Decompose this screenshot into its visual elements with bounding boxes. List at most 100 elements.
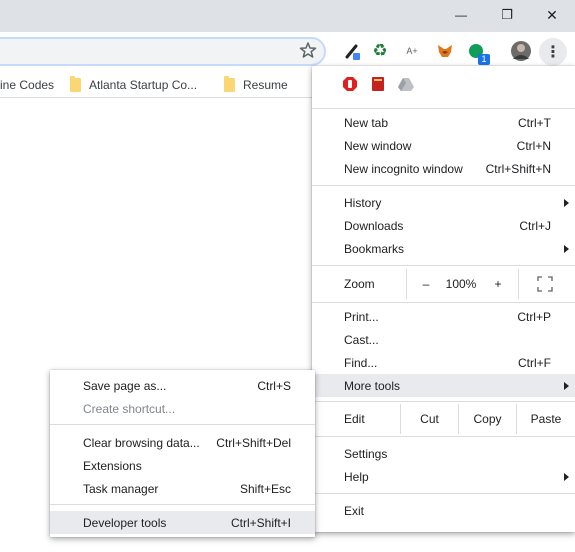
more-tools-submenu: Save page as... Ctrl+S Create shortcut..… [50,370,315,537]
adblock-icon[interactable] [342,76,358,92]
bookmark-label: Atlanta Startup Co... [89,78,198,92]
book-icon[interactable] [370,76,386,92]
menu-item-label: Clear browsing data... [83,435,200,450]
menu-item-label: Bookmarks [344,241,405,256]
menu-item-clear-browsing-data[interactable]: Clear browsing data... Ctrl+Shift+Del [50,431,315,454]
menu-item-label: Print... [344,309,379,324]
menu-item-label: New window [344,138,412,153]
eyedropper-extension-button[interactable] [342,41,362,61]
edit-row: Edit Cut Copy Paste [312,404,575,434]
menu-item-save-page-as[interactable]: Save page as... Ctrl+S [50,374,315,397]
zoom-label: Zoom [344,277,375,291]
menu-item-label: Save page as... [83,378,167,393]
menu-item-new-incognito-window[interactable]: New incognito window Ctrl+Shift+N [312,157,575,180]
folder-icon [224,76,235,92]
menu-item-label: Create shortcut... [83,401,176,416]
zoom-value: 100% [445,277,477,291]
bookmark-folder-resume[interactable]: Resume [224,76,288,93]
menu-item-label: New tab [344,115,389,130]
chrome-main-menu: New tab Ctrl+T New window Ctrl+N New inc… [312,66,575,532]
profile-avatar-button[interactable] [510,40,532,62]
menu-separator [312,436,575,437]
submenu-arrow-icon [564,381,569,390]
menu-item-shortcut: Ctrl+P [517,309,551,324]
menu-item-shortcut: Ctrl+F [518,355,551,370]
bookmark-item[interactable]: ine Codes [0,77,54,93]
extension-icons-row [342,75,414,93]
bookmark-label: ine Codes [0,78,55,92]
menu-item-shortcut: Ctrl+J [519,218,551,233]
menu-item-find[interactable]: Find... Ctrl+F [312,351,575,374]
zoom-divider [406,269,407,299]
menu-item-label: Exit [344,503,365,518]
fullscreen-icon [537,276,553,292]
recycle-extension-button[interactable]: ♻ [370,41,390,61]
menu-item-help[interactable]: Help [312,465,575,488]
zoom-row: Zoom – 100% + [312,269,575,299]
address-bar[interactable] [0,37,326,66]
menu-separator [312,401,575,402]
menu-item-label: Downloads [344,218,404,233]
menu-separator [312,265,575,266]
bookmark-star-button[interactable] [298,40,318,60]
green-extension-button[interactable]: 1 [466,41,490,65]
minimize-button[interactable]: — [438,0,484,30]
drive-icon[interactable] [398,76,414,92]
zoom-divider [518,269,519,299]
menu-item-print[interactable]: Print... Ctrl+P [312,305,575,328]
menu-item-label: Developer tools [83,515,167,530]
bookmark-label: Resume [243,78,288,92]
minimize-icon: — [455,8,467,22]
zoom-out-button[interactable]: – [412,269,440,299]
menu-separator [312,185,575,186]
bookmark-folder-atlanta[interactable]: Atlanta Startup Co... [70,76,198,93]
menu-item-new-tab[interactable]: New tab Ctrl+T [312,111,575,134]
fullscreen-button[interactable] [530,269,560,299]
menu-item-shortcut: Ctrl+T [518,115,551,130]
kebab-menu-icon: ⋮ [545,44,561,61]
menu-item-exit[interactable]: Exit [312,499,575,522]
chrome-menu-button[interactable]: ⋮ [539,38,567,66]
maximize-button[interactable]: ❐ [484,0,530,30]
cut-button[interactable]: Cut [401,404,458,434]
eyedropper-extension-icon [345,44,360,60]
metamask-extension-icon [438,45,452,57]
menu-item-task-manager[interactable]: Task manager Shift+Esc [50,477,315,500]
menu-item-label: Find... [344,355,378,370]
menu-item-settings[interactable]: Settings [312,442,575,465]
paste-button[interactable]: Paste [517,404,575,434]
close-button[interactable]: ✕ [529,0,575,30]
menu-item-create-shortcut: Create shortcut... [50,397,315,420]
menu-item-label: Help [344,469,369,484]
menu-item-label: History [344,195,382,210]
menu-item-shortcut: Ctrl+S [257,378,291,393]
menu-item-label: Extensions [83,458,142,473]
menu-separator [312,108,575,109]
text-resize-extension-button[interactable]: A+ [400,41,424,61]
metamask-extension-button[interactable] [435,41,455,61]
menu-separator [50,504,315,505]
menu-item-history[interactable]: History [312,191,575,214]
menu-item-bookmarks[interactable]: Bookmarks [312,237,575,260]
text-resize-extension-icon: A+ [406,46,418,56]
close-icon: ✕ [546,6,558,23]
recycle-extension-icon: ♻ [372,41,388,60]
menu-item-developer-tools[interactable]: Developer tools Ctrl+Shift+I [50,511,315,534]
menu-item-shortcut: Shift+Esc [239,481,291,496]
menu-item-more-tools[interactable]: More tools [312,374,575,397]
menu-item-downloads[interactable]: Downloads Ctrl+J [312,214,575,237]
folder-icon [70,76,81,92]
restore-icon: ❐ [501,7,513,22]
edit-label: Edit [344,412,365,426]
copy-button[interactable]: Copy [459,404,516,434]
menu-item-new-window[interactable]: New window Ctrl+N [312,134,575,157]
menu-item-cast[interactable]: Cast... [312,328,575,351]
zoom-in-button[interactable]: + [484,269,512,299]
extension-badge: 1 [478,54,490,65]
star-icon [299,42,317,58]
submenu-arrow-icon [564,244,569,253]
menu-item-extensions[interactable]: Extensions [50,454,315,477]
menu-separator [312,302,575,303]
submenu-arrow-icon [564,198,569,207]
avatar [511,41,531,61]
